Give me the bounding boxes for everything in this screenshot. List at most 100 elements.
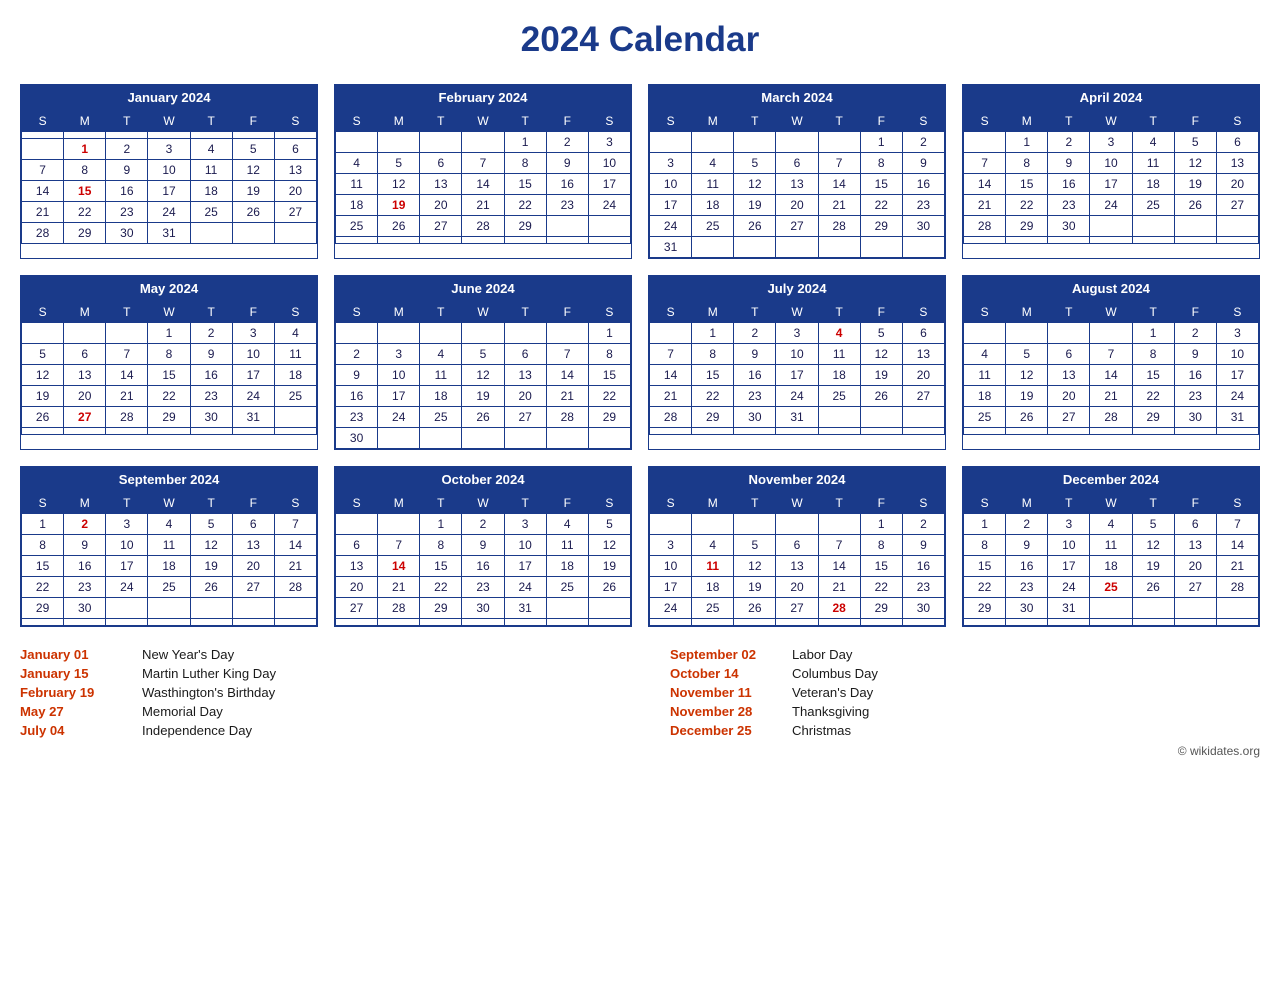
day-cell: 12 [1174,153,1216,174]
day-cell: 6 [504,344,546,365]
day-cell: 18 [692,577,734,598]
day-cell: 22 [22,577,64,598]
day-cell: 9 [64,535,106,556]
weekday-header: T [1048,302,1090,323]
day-cell: 10 [148,160,190,181]
day-cell: 13 [1174,535,1216,556]
day-cell: 9 [462,535,504,556]
weekday-header: T [734,111,776,132]
day-cell: 14 [22,181,64,202]
weekday-header: T [818,302,860,323]
day-cell: 2 [336,344,378,365]
weekday-header: T [818,111,860,132]
day-cell [734,619,776,626]
day-cell: 26 [734,598,776,619]
day-cell: 27 [902,386,944,407]
day-cell: 8 [420,535,462,556]
day-cell: 25 [818,386,860,407]
day-cell [274,132,316,139]
day-cell: 14 [818,174,860,195]
day-cell: 1 [148,323,190,344]
day-cell: 8 [860,535,902,556]
day-cell: 19 [734,195,776,216]
weekday-header: S [274,493,316,514]
day-cell: 19 [1132,556,1174,577]
day-cell: 19 [232,181,274,202]
day-cell: 2 [1048,132,1090,153]
day-cell: 4 [1090,514,1132,535]
day-cell: 7 [106,344,148,365]
day-cell: 4 [1132,132,1174,153]
day-cell [462,132,504,153]
day-cell: 27 [336,598,378,619]
month-11: November 2024SMTWTFS12345678910111213141… [648,466,946,627]
day-cell: 28 [106,407,148,428]
month-header: February 2024 [335,85,631,110]
day-cell: 12 [190,535,232,556]
weekday-header: T [420,493,462,514]
month-7: July 2024SMTWTFS123456789101112131415161… [648,275,946,450]
day-cell: 21 [274,556,316,577]
day-cell: 8 [148,344,190,365]
day-cell [420,323,462,344]
day-cell: 15 [1132,365,1174,386]
day-cell: 27 [274,202,316,223]
month-header: November 2024 [649,467,945,492]
day-cell: 24 [504,577,546,598]
weekday-header: W [462,302,504,323]
day-cell [1216,619,1258,626]
day-cell: 1 [860,132,902,153]
month-12: December 2024SMTWTFS12345678910111213141… [962,466,1260,627]
day-cell [420,237,462,244]
day-cell [274,598,316,619]
day-cell [336,619,378,626]
day-cell [504,323,546,344]
day-cell [818,514,860,535]
day-cell: 4 [190,139,232,160]
day-cell: 1 [1006,132,1048,153]
day-cell: 24 [650,216,692,237]
day-cell: 13 [1216,153,1258,174]
day-cell: 11 [964,365,1006,386]
day-cell: 15 [504,174,546,195]
month-header: May 2024 [21,276,317,301]
day-cell [818,237,860,258]
day-cell: 23 [902,577,944,598]
day-cell [902,619,944,626]
weekday-header: W [148,111,190,132]
day-cell [1006,237,1048,244]
day-cell: 1 [692,323,734,344]
day-cell: 3 [650,153,692,174]
weekday-header: M [1006,493,1048,514]
weekday-header: T [106,111,148,132]
day-cell [378,323,420,344]
day-cell: 12 [734,556,776,577]
day-cell: 23 [336,407,378,428]
weekday-header: S [650,302,692,323]
day-cell: 24 [650,598,692,619]
day-cell: 14 [818,556,860,577]
day-cell: 28 [378,598,420,619]
month-3: March 2024SMTWTFS12345678910111213141516… [648,84,946,259]
day-cell [22,139,64,160]
day-cell: 22 [148,386,190,407]
day-cell: 10 [776,344,818,365]
day-cell [860,237,902,258]
day-cell [546,216,588,237]
day-cell: 17 [1090,174,1132,195]
day-cell: 11 [148,535,190,556]
month-header: July 2024 [649,276,945,301]
day-cell [232,132,274,139]
day-cell: 23 [1048,195,1090,216]
day-cell: 28 [22,223,64,244]
day-cell [1174,428,1216,435]
day-cell: 4 [336,153,378,174]
day-cell [1006,428,1048,435]
day-cell [64,619,106,626]
day-cell: 31 [1216,407,1258,428]
weekday-header: M [1006,111,1048,132]
day-cell [588,598,630,619]
weekday-header: T [190,302,232,323]
day-cell [22,428,64,435]
day-cell: 18 [964,386,1006,407]
